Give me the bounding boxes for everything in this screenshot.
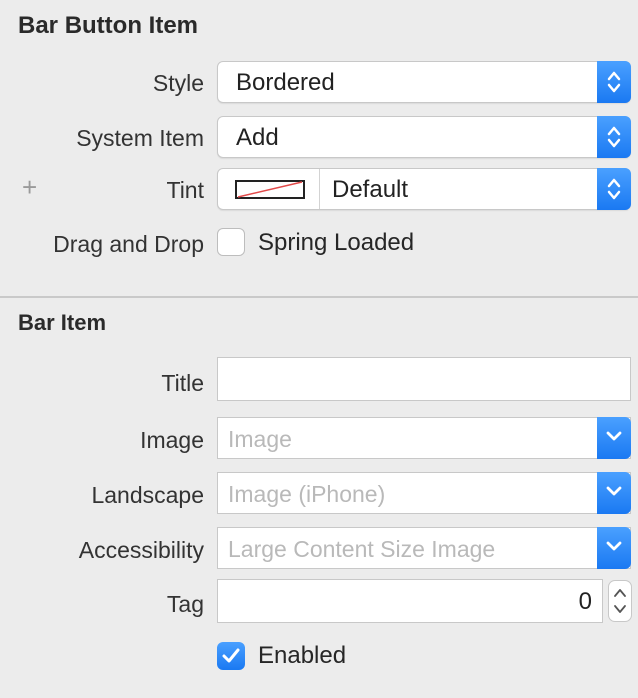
section-title-bar-button-item: Bar Button Item — [18, 12, 198, 39]
section-divider — [0, 296, 638, 298]
landscape-combo[interactable]: Image (iPhone) — [217, 472, 631, 514]
plus-icon[interactable]: + — [22, 172, 37, 203]
title-field[interactable] — [217, 357, 631, 401]
enabled-label[interactable]: Enabled — [258, 642, 346, 670]
chevron-down-icon[interactable] — [597, 472, 631, 514]
accessibility-combo[interactable]: Large Content Size Image — [217, 527, 631, 569]
tint-value: Default — [332, 176, 409, 203]
image-placeholder: Image — [228, 426, 292, 452]
image-combo[interactable]: Image — [217, 417, 631, 459]
tag-stepper[interactable] — [608, 580, 632, 622]
attributes-inspector: Bar Button Item Style Bordered System It… — [0, 0, 638, 698]
spring-loaded-label[interactable]: Spring Loaded — [258, 229, 414, 257]
accessibility-placeholder: Large Content Size Image — [228, 536, 496, 562]
tag-field[interactable]: 0 — [217, 579, 603, 623]
section-title-bar-item: Bar Item — [18, 310, 107, 335]
image-label: Image — [140, 427, 204, 453]
enabled-checkbox[interactable] — [217, 642, 245, 670]
checkmark-icon — [222, 648, 240, 663]
system-item-value: Add — [236, 124, 279, 151]
system-item-label: System Item — [76, 125, 204, 151]
up-down-chevron-icon — [614, 589, 626, 613]
accessibility-label: Accessibility — [78, 537, 204, 563]
landscape-label: Landscape — [91, 482, 204, 508]
spring-loaded-checkbox[interactable] — [217, 228, 245, 256]
tint-label: Tint — [166, 177, 205, 203]
tag-value: 0 — [578, 588, 592, 615]
landscape-placeholder: Image (iPhone) — [228, 481, 386, 507]
up-down-chevron-icon[interactable] — [597, 61, 631, 103]
system-item-popup[interactable]: Add — [217, 116, 631, 158]
tint-popup[interactable]: Default — [217, 168, 631, 210]
up-down-chevron-icon[interactable] — [597, 168, 631, 210]
color-swatch-none-icon[interactable] — [218, 169, 320, 209]
chevron-down-icon[interactable] — [597, 417, 631, 459]
chevron-down-icon[interactable] — [597, 527, 631, 569]
up-down-chevron-icon[interactable] — [597, 116, 631, 158]
drag-and-drop-label: Drag and Drop — [53, 231, 204, 257]
style-label: Style — [152, 70, 204, 96]
style-value: Bordered — [236, 69, 335, 96]
style-popup[interactable]: Bordered — [217, 61, 631, 103]
title-label: Title — [161, 370, 204, 396]
tag-label: Tag — [166, 591, 204, 617]
